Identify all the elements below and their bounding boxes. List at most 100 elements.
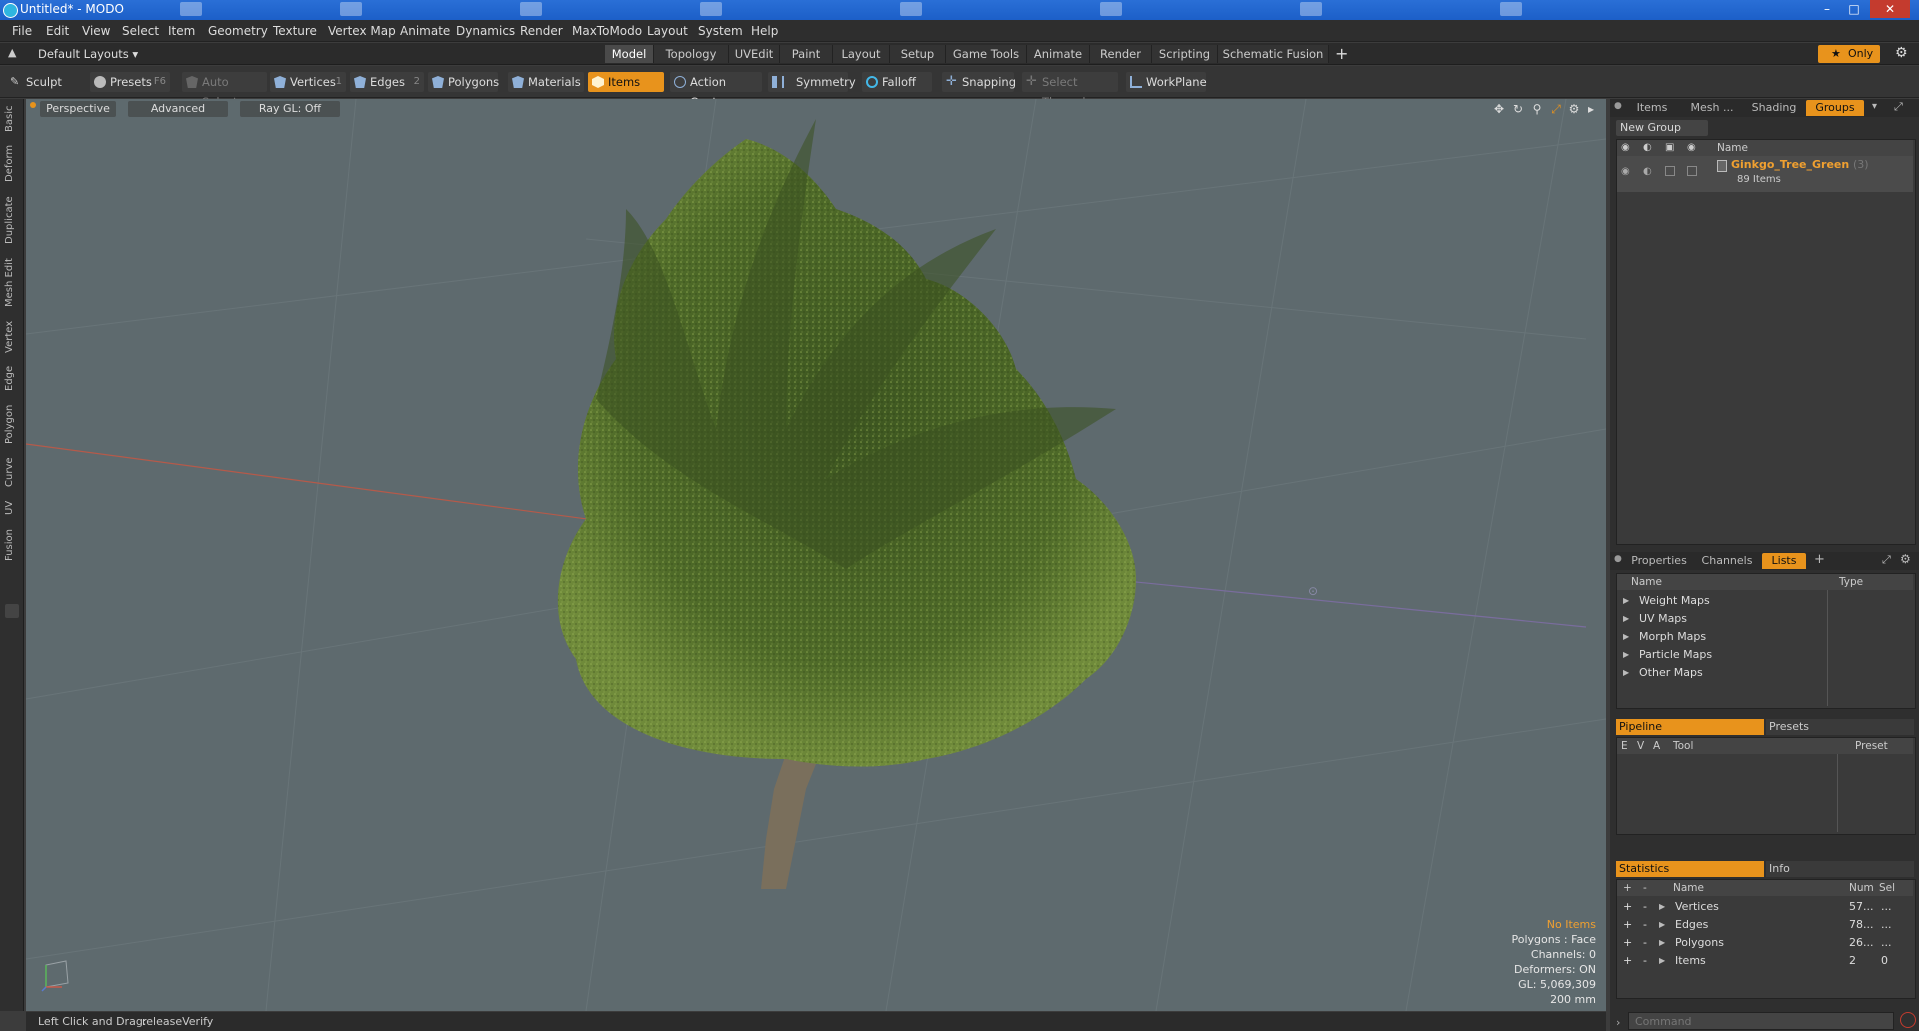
stats-remove-icon[interactable]: - xyxy=(1643,918,1647,931)
stats-remove-icon[interactable]: - xyxy=(1643,936,1647,949)
stats-remove-icon[interactable]: - xyxy=(1643,954,1647,967)
symmetry-button[interactable]: Symmetry xyxy=(768,72,856,92)
tab-paint[interactable]: Paint xyxy=(780,45,833,63)
menu-texture[interactable]: Texture xyxy=(273,24,317,38)
select-through-button[interactable]: ✛ Select Through xyxy=(1022,72,1118,109)
menu-geometry[interactable]: Geometry xyxy=(208,24,268,38)
menu-system[interactable]: System xyxy=(698,24,743,38)
expand-arrow-icon[interactable]: ▶ xyxy=(1659,902,1665,911)
tabs-dropdown-icon[interactable]: ▾ xyxy=(1872,101,1877,112)
tab-mesh-edit[interactable]: Mesh Edit xyxy=(4,255,20,311)
viewport-expand-icon[interactable]: ▸ xyxy=(1584,102,1598,116)
raygl-button[interactable]: Ray GL: Off xyxy=(240,101,340,117)
menu-maxtomodo[interactable]: MaxToModo xyxy=(572,24,642,38)
zoom-icon[interactable]: ⚲ xyxy=(1530,102,1544,116)
polygons-button[interactable]: Polygons xyxy=(428,72,499,92)
snapping-button[interactable]: ✛ Snapping xyxy=(942,72,1016,92)
tab-edge[interactable]: Edge xyxy=(4,361,20,395)
expand-arrow-icon[interactable]: ▶ xyxy=(1623,650,1629,659)
tab-shading[interactable]: Shading xyxy=(1744,100,1804,116)
group-row[interactable]: ◉ ◐ Ginkgo_Tree_Green (3) 89 Items xyxy=(1617,156,1913,192)
tab-scripting[interactable]: Scripting xyxy=(1152,45,1218,63)
tab-groups[interactable]: Groups xyxy=(1806,100,1864,116)
expand-arrow-icon[interactable]: ▶ xyxy=(1623,614,1629,623)
tab-render[interactable]: Render xyxy=(1090,45,1152,63)
menu-vertex-map[interactable]: Vertex Map xyxy=(328,24,396,38)
expand-arrow-icon[interactable]: ▶ xyxy=(1623,668,1629,677)
tab-schematic-fusion[interactable]: Schematic Fusion xyxy=(1218,45,1329,63)
tab-channels[interactable]: Channels xyxy=(1696,553,1758,569)
tab-setup[interactable]: Setup xyxy=(890,45,946,63)
table-row[interactable]: + - ▶ Polygons 26... ... xyxy=(1617,934,1913,952)
materials-button[interactable]: Materials xyxy=(508,72,584,92)
expand-arrow-icon[interactable]: ▶ xyxy=(1659,938,1665,947)
menu-select[interactable]: Select xyxy=(122,24,159,38)
vertices-button[interactable]: Vertices 1 xyxy=(270,72,346,92)
items-button[interactable]: Items xyxy=(588,72,664,92)
menu-file[interactable]: File xyxy=(12,24,32,38)
panel-expand-icon[interactable]: ⤢ xyxy=(1882,553,1891,567)
add-panel-tab-button[interactable]: + xyxy=(1814,552,1825,567)
workplane-button[interactable]: WorkPlane xyxy=(1126,72,1207,92)
falloff-button[interactable]: Falloff xyxy=(862,72,932,92)
new-group-button[interactable]: New Group xyxy=(1616,120,1708,136)
3d-viewport[interactable]: ⊙ Perspective Advanced Ray GL: Off ✥ ↻ ⚲… xyxy=(26,99,1606,1011)
tab-duplicate[interactable]: Duplicate xyxy=(4,193,20,247)
group-select-checkbox[interactable] xyxy=(1687,166,1697,176)
viewport-options-icon[interactable] xyxy=(30,102,36,108)
only-toggle[interactable]: ★ Only xyxy=(1818,45,1880,63)
stats-add-icon[interactable]: + xyxy=(1623,936,1632,949)
tab-info[interactable]: Info xyxy=(1766,861,1914,877)
tab-curve[interactable]: Curve xyxy=(4,453,20,491)
tab-deform[interactable]: Deform xyxy=(4,143,20,183)
expand-arrow-icon[interactable]: ▶ xyxy=(1659,920,1665,929)
group-render-icon[interactable]: ◐ xyxy=(1643,166,1652,177)
group-visibility-icon[interactable]: ◉ xyxy=(1621,166,1630,177)
tab-layout[interactable]: Layout xyxy=(833,45,890,63)
menu-item[interactable]: Item xyxy=(168,24,195,38)
tab-animate[interactable]: Animate xyxy=(1027,45,1090,63)
close-button[interactable]: ✕ xyxy=(1870,0,1910,18)
tab-game-tools[interactable]: Game Tools xyxy=(946,45,1027,63)
panel-menu-icon[interactable]: ● xyxy=(1614,554,1622,564)
menu-view[interactable]: View xyxy=(82,24,110,38)
maximize-viewport-icon[interactable]: ⤢ xyxy=(1549,102,1563,116)
tab-uvedit[interactable]: UVEdit xyxy=(729,45,780,63)
tab-pipeline[interactable]: Pipeline xyxy=(1616,719,1764,735)
pan-icon[interactable]: ✥ xyxy=(1492,102,1506,116)
sculpt-button[interactable]: ✎ Sculpt xyxy=(6,72,84,92)
list-item[interactable]: Particle Maps xyxy=(1639,648,1712,661)
table-row[interactable]: + - ▶ Edges 78... ... xyxy=(1617,916,1913,934)
tab-statistics[interactable]: Statistics xyxy=(1616,861,1764,877)
tab-presets[interactable]: Presets xyxy=(1766,719,1914,735)
menu-dynamics[interactable]: Dynamics xyxy=(456,24,515,38)
list-item[interactable]: Weight Maps xyxy=(1639,594,1710,607)
command-input[interactable] xyxy=(1628,1012,1894,1030)
menu-layout[interactable]: Layout xyxy=(647,24,688,38)
stats-add-icon[interactable]: + xyxy=(1623,918,1632,931)
maximize-button[interactable]: □ xyxy=(1842,0,1866,18)
viewport-gear-icon[interactable]: ⚙ xyxy=(1567,102,1581,116)
layout-selector[interactable]: Default Layouts ▾ xyxy=(38,47,138,61)
auto-select-button[interactable]: Auto Select xyxy=(182,72,267,109)
advanced-shading-button[interactable]: Advanced xyxy=(128,101,228,117)
tab-basic[interactable]: Basic xyxy=(4,103,20,135)
panel-gear-icon[interactable]: ⚙ xyxy=(1900,552,1911,566)
list-item[interactable]: Morph Maps xyxy=(1639,630,1706,643)
menu-help[interactable]: Help xyxy=(751,24,778,38)
tab-vertex[interactable]: Vertex xyxy=(4,317,20,357)
toolbox-toggle-button[interactable] xyxy=(5,604,19,618)
stats-remove-icon[interactable]: - xyxy=(1643,900,1647,913)
presets-button[interactable]: Presets F6 xyxy=(90,72,170,92)
stats-add-icon[interactable]: + xyxy=(1623,954,1632,967)
list-item[interactable]: Other Maps xyxy=(1639,666,1703,679)
panel-expand-icon[interactable]: ⤢ xyxy=(1894,100,1903,114)
layout-collapse-icon[interactable]: ▲ xyxy=(8,46,16,59)
minimize-button[interactable]: – xyxy=(1815,0,1839,18)
tab-mesh[interactable]: Mesh ... xyxy=(1682,100,1742,116)
edges-button[interactable]: Edges 2 xyxy=(350,72,424,92)
tab-properties[interactable]: Properties xyxy=(1626,553,1692,569)
group-lock-checkbox[interactable] xyxy=(1665,166,1675,176)
expand-arrow-icon[interactable]: ▶ xyxy=(1623,632,1629,641)
tab-fusion[interactable]: Fusion xyxy=(4,525,20,565)
